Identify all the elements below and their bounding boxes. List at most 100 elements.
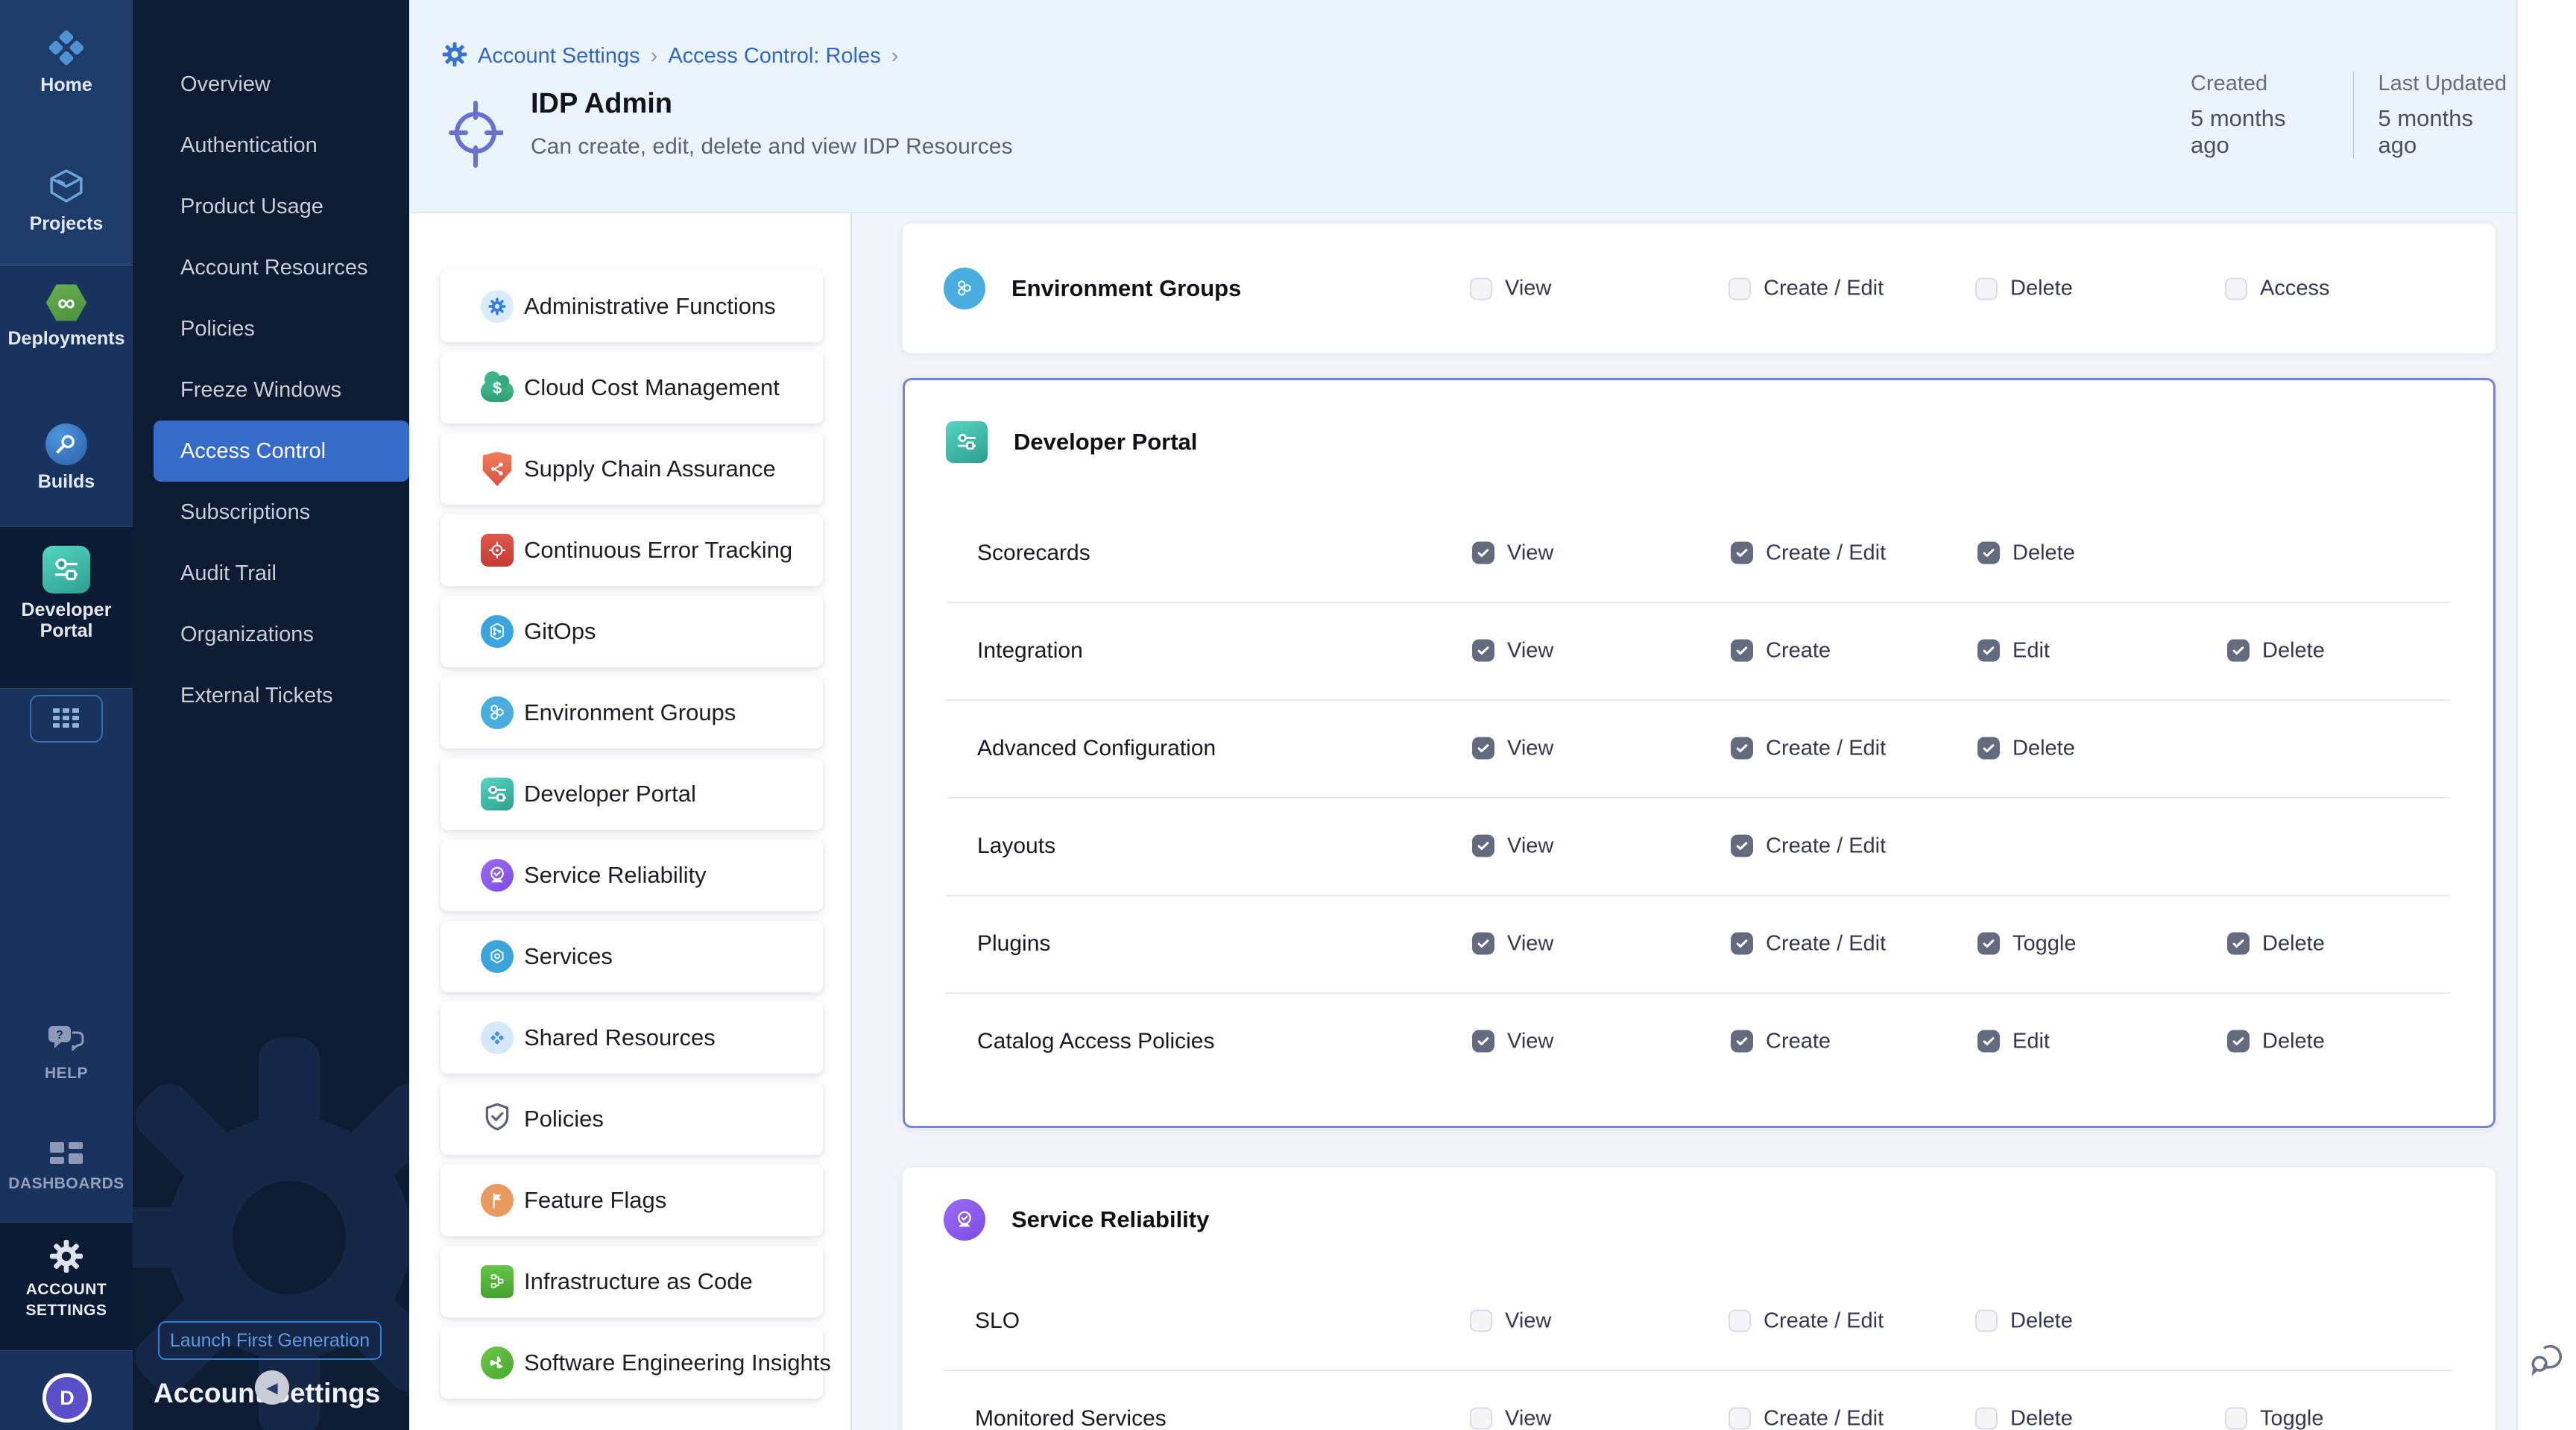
- rail-item-developer-portal[interactable]: Developer Portal: [0, 546, 133, 641]
- content-area: Administrative Functions $Cloud Cost Mana…: [409, 212, 2516, 1430]
- checkbox-view[interactable]: [1470, 277, 1492, 300]
- resource-item-environment-groups[interactable]: Environment Groups: [441, 677, 823, 749]
- permission-view: View: [1472, 541, 1553, 565]
- service-reliability-icon: [944, 1199, 985, 1241]
- resource-item-feature-flags[interactable]: Feature Flags: [441, 1165, 823, 1236]
- resource-item-service-reliability[interactable]: Service Reliability: [441, 840, 823, 911]
- breadcrumb-link-account-settings[interactable]: Account Settings: [478, 44, 640, 69]
- checkbox-create-edit[interactable]: [1731, 737, 1753, 760]
- permission-label: View: [1507, 1029, 1553, 1053]
- permission-row-label: Integration: [977, 638, 1083, 664]
- sidebar-item-product-usage[interactable]: Product Usage: [133, 176, 409, 237]
- checkbox-create[interactable]: [1731, 1030, 1753, 1053]
- checkbox-toggle[interactable]: [2225, 1408, 2247, 1430]
- resource-item-label: Cloud Cost Management: [524, 374, 780, 401]
- permission-row-layouts: LayoutsViewCreate / Edit: [905, 797, 2493, 895]
- resource-item-administrative-functions[interactable]: Administrative Functions: [441, 271, 823, 342]
- resource-item-developer-portal[interactable]: Developer Portal: [441, 758, 823, 830]
- checkbox-delete[interactable]: [1975, 277, 1998, 300]
- permission-row-label: Plugins: [977, 931, 1050, 957]
- launch-first-generation-button[interactable]: Launch First Generation: [158, 1321, 382, 1360]
- checkbox-delete[interactable]: [2227, 640, 2250, 662]
- resource-item-shared-resources[interactable]: Shared Resources: [441, 1002, 823, 1074]
- checkbox-delete[interactable]: [1977, 737, 2000, 760]
- permission-delete: Delete: [1975, 1308, 2073, 1333]
- sidebar-item-subscriptions[interactable]: Subscriptions: [133, 482, 409, 543]
- sidebar-item-audit-trail[interactable]: Audit Trail: [133, 543, 409, 604]
- resource-item-gitops[interactable]: GitOps: [441, 596, 823, 667]
- sidebar-collapse-button[interactable]: ◀: [255, 1370, 289, 1405]
- checkbox-view[interactable]: [1472, 542, 1494, 564]
- checkbox-create-edit[interactable]: [1731, 835, 1753, 857]
- checkbox-view[interactable]: [1472, 835, 1494, 857]
- permission-create-edit: Create / Edit: [1731, 736, 1886, 760]
- user-avatar[interactable]: D: [42, 1373, 92, 1423]
- checkbox-create-edit[interactable]: [1731, 933, 1753, 955]
- checkbox-view[interactable]: [1472, 1030, 1494, 1053]
- permission-card-service-reliability[interactable]: Service ReliabilitySLOViewCreate / EditD…: [903, 1168, 2496, 1430]
- resource-item-software-engineering-insights[interactable]: Software Engineering Insights: [441, 1327, 823, 1399]
- resource-item-services[interactable]: Services: [441, 921, 823, 992]
- checkbox-delete[interactable]: [2227, 933, 2250, 955]
- software-engineering-insights-icon: [480, 1346, 514, 1380]
- resource-list-panel: Administrative Functions $Cloud Cost Mana…: [409, 212, 852, 1430]
- resource-item-supply-chain-assurance[interactable]: Supply Chain Assurance: [441, 433, 823, 505]
- sidebar-item-policies[interactable]: Policies: [133, 298, 409, 359]
- sidebar-item-organizations[interactable]: Organizations: [133, 604, 409, 665]
- checkbox-create-edit[interactable]: [1729, 277, 1751, 300]
- rail-item-help[interactable]: ? HELP: [0, 1023, 133, 1084]
- checkbox-create-edit[interactable]: [1729, 1310, 1751, 1332]
- app-root: Home Projects ∞ Deployments Builds Devel…: [0, 0, 2576, 1430]
- breadcrumb-link-access-control-roles[interactable]: Access Control: Roles: [668, 44, 880, 69]
- checkbox-access[interactable]: [2225, 277, 2247, 300]
- permission-label: Delete: [2262, 638, 2325, 663]
- resource-item-policies[interactable]: Policies: [441, 1083, 823, 1155]
- resource-item-continuous-error-tracking[interactable]: Continuous Error Tracking: [441, 514, 823, 586]
- checkbox-view[interactable]: [1472, 933, 1494, 955]
- developer-portal-icon: [480, 777, 514, 811]
- permission-label: Access: [2260, 277, 2329, 301]
- checkbox-edit[interactable]: [1977, 1030, 2000, 1053]
- checkbox-create-edit[interactable]: [1731, 542, 1753, 564]
- resource-item-cloud-cost-management[interactable]: $Cloud Cost Management: [441, 352, 823, 423]
- sidebar-item-overview[interactable]: Overview: [133, 54, 409, 115]
- checkbox-view[interactable]: [1470, 1408, 1492, 1430]
- module-picker-button[interactable]: [30, 695, 103, 743]
- sidebar-item-authentication[interactable]: Authentication: [133, 115, 409, 176]
- checkbox-delete[interactable]: [1975, 1408, 1998, 1430]
- checkbox-create-edit[interactable]: [1729, 1408, 1751, 1430]
- resource-item-label: Supply Chain Assurance: [524, 456, 776, 482]
- role-meta: Created 5 months ago Last Updated 5 mont…: [2191, 72, 2516, 159]
- permission-card-developer-portal[interactable]: Developer PortalScorecardsViewCreate / E…: [903, 378, 2496, 1128]
- created-label: Created: [2191, 72, 2329, 96]
- checkbox-edit[interactable]: [1977, 640, 2000, 662]
- sidebar-item-freeze-windows[interactable]: Freeze Windows: [133, 359, 409, 421]
- rail-item-dashboards[interactable]: DASHBOARDS: [0, 1142, 133, 1194]
- rail-item-deployments[interactable]: ∞ Deployments: [0, 283, 133, 349]
- checkbox-view[interactable]: [1472, 737, 1494, 760]
- permission-row-label: Scorecards: [977, 541, 1090, 566]
- rail-item-projects[interactable]: Projects: [0, 166, 133, 234]
- rail-item-builds[interactable]: Builds: [0, 423, 133, 492]
- rail-item-home[interactable]: Home: [0, 27, 133, 95]
- checkbox-view[interactable]: [1470, 1310, 1492, 1332]
- checkbox-delete[interactable]: [1977, 542, 2000, 564]
- last-updated-label: Last Updated: [2378, 72, 2516, 96]
- permission-view: View: [1470, 1406, 1551, 1430]
- checkbox-create[interactable]: [1731, 640, 1753, 662]
- permission-row-slo: SLOViewCreate / EditDelete: [903, 1272, 2496, 1370]
- permission-card-environment-groups[interactable]: Environment GroupsViewCreate / EditDelet…: [903, 224, 2496, 353]
- chat-bubbles-icon[interactable]: [2528, 1339, 2569, 1385]
- checkbox-delete[interactable]: [2227, 1030, 2250, 1053]
- checkbox-delete[interactable]: [1975, 1310, 1998, 1332]
- checkbox-view[interactable]: [1472, 640, 1494, 662]
- permission-create-edit: Create / Edit: [1731, 541, 1886, 565]
- rail-item-account-settings[interactable]: ACCOUNT SETTINGS: [0, 1239, 133, 1321]
- sidebar-item-access-control[interactable]: Access Control: [154, 421, 409, 482]
- sidebar-item-external-tickets[interactable]: External Tickets: [133, 665, 409, 726]
- checkbox-toggle[interactable]: [1977, 933, 2000, 955]
- resource-item-label: Administrative Functions: [524, 293, 776, 320]
- permission-access: Access: [2225, 277, 2329, 301]
- resource-item-infrastructure-as-code[interactable]: Infrastructure as Code: [441, 1246, 823, 1317]
- sidebar-item-account-resources[interactable]: Account Resources: [133, 237, 409, 298]
